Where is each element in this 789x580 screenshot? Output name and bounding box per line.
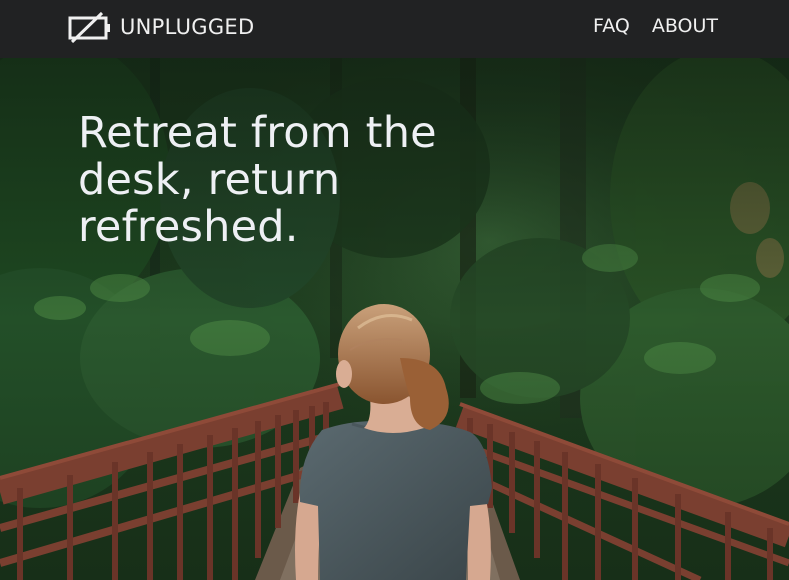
- brand-name: UNPLUGGED: [120, 15, 255, 39]
- nav-link-about[interactable]: ABOUT: [652, 15, 718, 37]
- nav-links: FAQ ABOUT: [593, 15, 718, 37]
- hero-headline: Retreat from the desk, return refreshed.: [78, 108, 437, 252]
- navbar: UNPLUGGED FAQ ABOUT: [0, 0, 789, 58]
- brand-logo-link[interactable]: UNPLUGGED: [68, 9, 254, 45]
- nav-link-faq[interactable]: FAQ: [593, 15, 630, 37]
- unplugged-battery-icon: [68, 11, 112, 43]
- hero-section: Retreat from the desk, return refreshed.: [0, 58, 789, 580]
